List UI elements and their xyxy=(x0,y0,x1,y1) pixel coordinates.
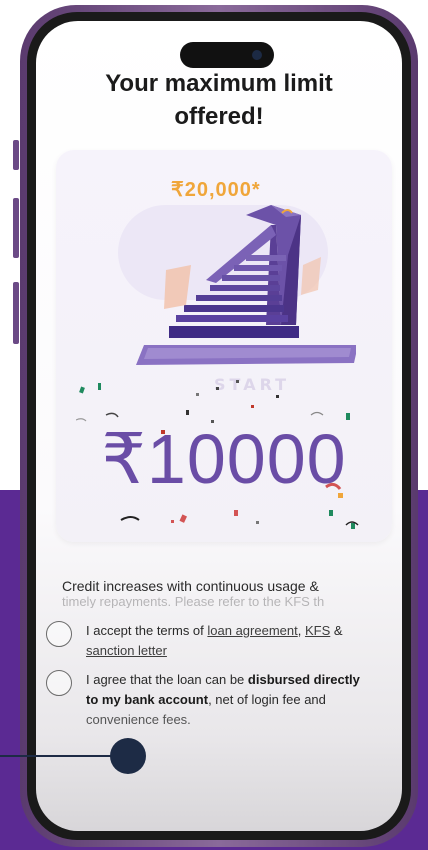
disbursal-line-3: convenience fees. xyxy=(86,712,191,727)
callout-connector-line xyxy=(0,755,125,757)
disbursal-radio-button[interactable] xyxy=(46,670,72,696)
terms-prefix: I accept the terms of xyxy=(86,623,208,638)
disbursal-bold-2: to my bank account xyxy=(86,692,209,707)
page-title-line-1: Your maximum limit xyxy=(105,70,333,97)
disbursal-bold-1: disbursed directly xyxy=(247,672,360,687)
phone-volume-down-button xyxy=(13,282,19,344)
disbursal-agreement-row[interactable]: I agree that the loan can be disbursed d… xyxy=(46,670,386,730)
disbursal-agreement-text: I agree that the loan can be disbursed d… xyxy=(86,670,360,730)
credit-note-partial: timely repayments. Please refer to the K… xyxy=(62,596,325,608)
offered-amount: ₹10000 xyxy=(101,420,347,498)
terms-separator: , xyxy=(297,623,305,638)
dynamic-island xyxy=(180,42,274,68)
disbursal-prefix: I agree that the loan can be xyxy=(86,672,248,687)
callout-connector-dot xyxy=(110,738,146,774)
credit-note: Credit increases with continuous usage & xyxy=(62,578,319,594)
phone-action-button xyxy=(13,140,19,170)
disbursal-suffix: , net of login fee and xyxy=(208,692,326,707)
kfs-link[interactable]: KFS xyxy=(305,623,330,638)
staircase-illustration: START xyxy=(136,205,356,394)
sanction-letter-link[interactable]: sanction letter xyxy=(86,643,167,658)
phone-frame: Your maximum limit offered! START ₹20,00… xyxy=(20,5,418,847)
phone-volume-up-button xyxy=(13,198,19,258)
loan-agreement-link[interactable]: loan agreement xyxy=(207,623,297,638)
page-title: Your maximum limit offered! xyxy=(36,67,402,133)
offer-card: START ₹20,000* ₹10000 xyxy=(56,150,392,542)
max-limit-amount: ₹20,000* xyxy=(171,179,261,201)
terms-radio-button[interactable] xyxy=(46,621,72,647)
page-title-line-2: offered! xyxy=(174,103,264,130)
camera-icon xyxy=(252,50,262,60)
terms-agreement-text: I accept the terms of loan agreement, KF… xyxy=(86,621,343,661)
terms-and: & xyxy=(330,623,343,638)
phone-bezel: Your maximum limit offered! START ₹20,00… xyxy=(27,12,411,840)
terms-agreement-row[interactable]: I accept the terms of loan agreement, KF… xyxy=(46,621,386,661)
stage: Your maximum limit offered! START ₹20,00… xyxy=(0,0,428,850)
phone-screen: Your maximum limit offered! START ₹20,00… xyxy=(36,21,402,831)
